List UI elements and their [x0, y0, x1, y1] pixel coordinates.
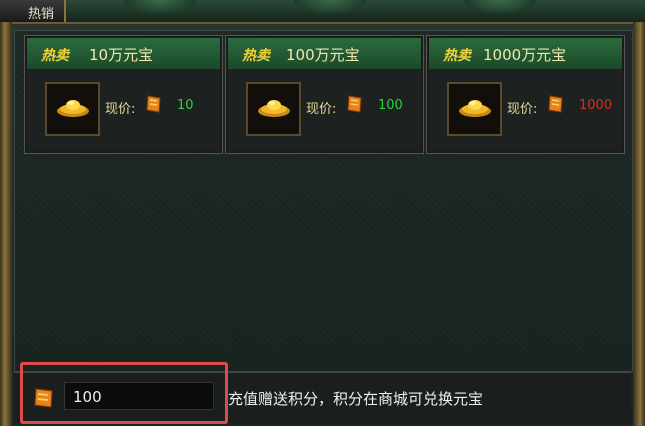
hot-sale-label: 热卖 [41, 48, 69, 64]
item-slot[interactable] [246, 82, 301, 136]
top-ornament [0, 0, 645, 24]
highlight-box [20, 362, 228, 424]
right-border [633, 22, 645, 426]
hot-sale-label: 热卖 [242, 48, 270, 64]
price-label: 现价: [306, 102, 337, 117]
window-title: 热销 [28, 7, 55, 22]
price-label: 现价: [507, 102, 538, 117]
gold-ingot-icon [57, 100, 89, 117]
card-body: 现价: 100 [228, 70, 421, 151]
product-amount: 1000万元宝 [483, 46, 567, 64]
left-border [0, 22, 12, 426]
points-hint: 充值赠送积分，积分在商城可兑换元宝 [228, 390, 484, 408]
card-body: 现价: 1000 [429, 70, 622, 151]
card-header: 热卖 10万元宝 [27, 38, 220, 70]
coupon-icon [548, 95, 563, 113]
card-body: 现价: 10 [27, 70, 220, 151]
gold-ingot-icon [459, 100, 491, 117]
product-amount: 10万元宝 [89, 46, 154, 64]
price-value: 1000 [579, 98, 613, 113]
price-label: 现价: [105, 102, 136, 117]
coupon-icon [347, 95, 362, 113]
coupon-icon [146, 95, 161, 113]
shop-window: 热销 热卖 10万元宝 现价: 10 热卖 100万元宝 现价: 100 热卖 … [0, 0, 645, 426]
price-value: 100 [378, 98, 403, 113]
product-card-1000w[interactable]: 热卖 1000万元宝 现价: 1000 [426, 35, 625, 154]
gold-ingot-icon [258, 100, 290, 117]
product-card-100w[interactable]: 热卖 100万元宝 现价: 100 [225, 35, 424, 154]
product-amount: 100万元宝 [286, 46, 360, 64]
price-value: 10 [177, 98, 194, 113]
hot-sale-label: 热卖 [443, 48, 471, 64]
item-slot[interactable] [447, 82, 502, 136]
item-slot[interactable] [45, 82, 100, 136]
card-header: 热卖 1000万元宝 [429, 38, 622, 70]
product-card-10w[interactable]: 热卖 10万元宝 现价: 10 [24, 35, 223, 154]
card-header: 热卖 100万元宝 [228, 38, 421, 70]
